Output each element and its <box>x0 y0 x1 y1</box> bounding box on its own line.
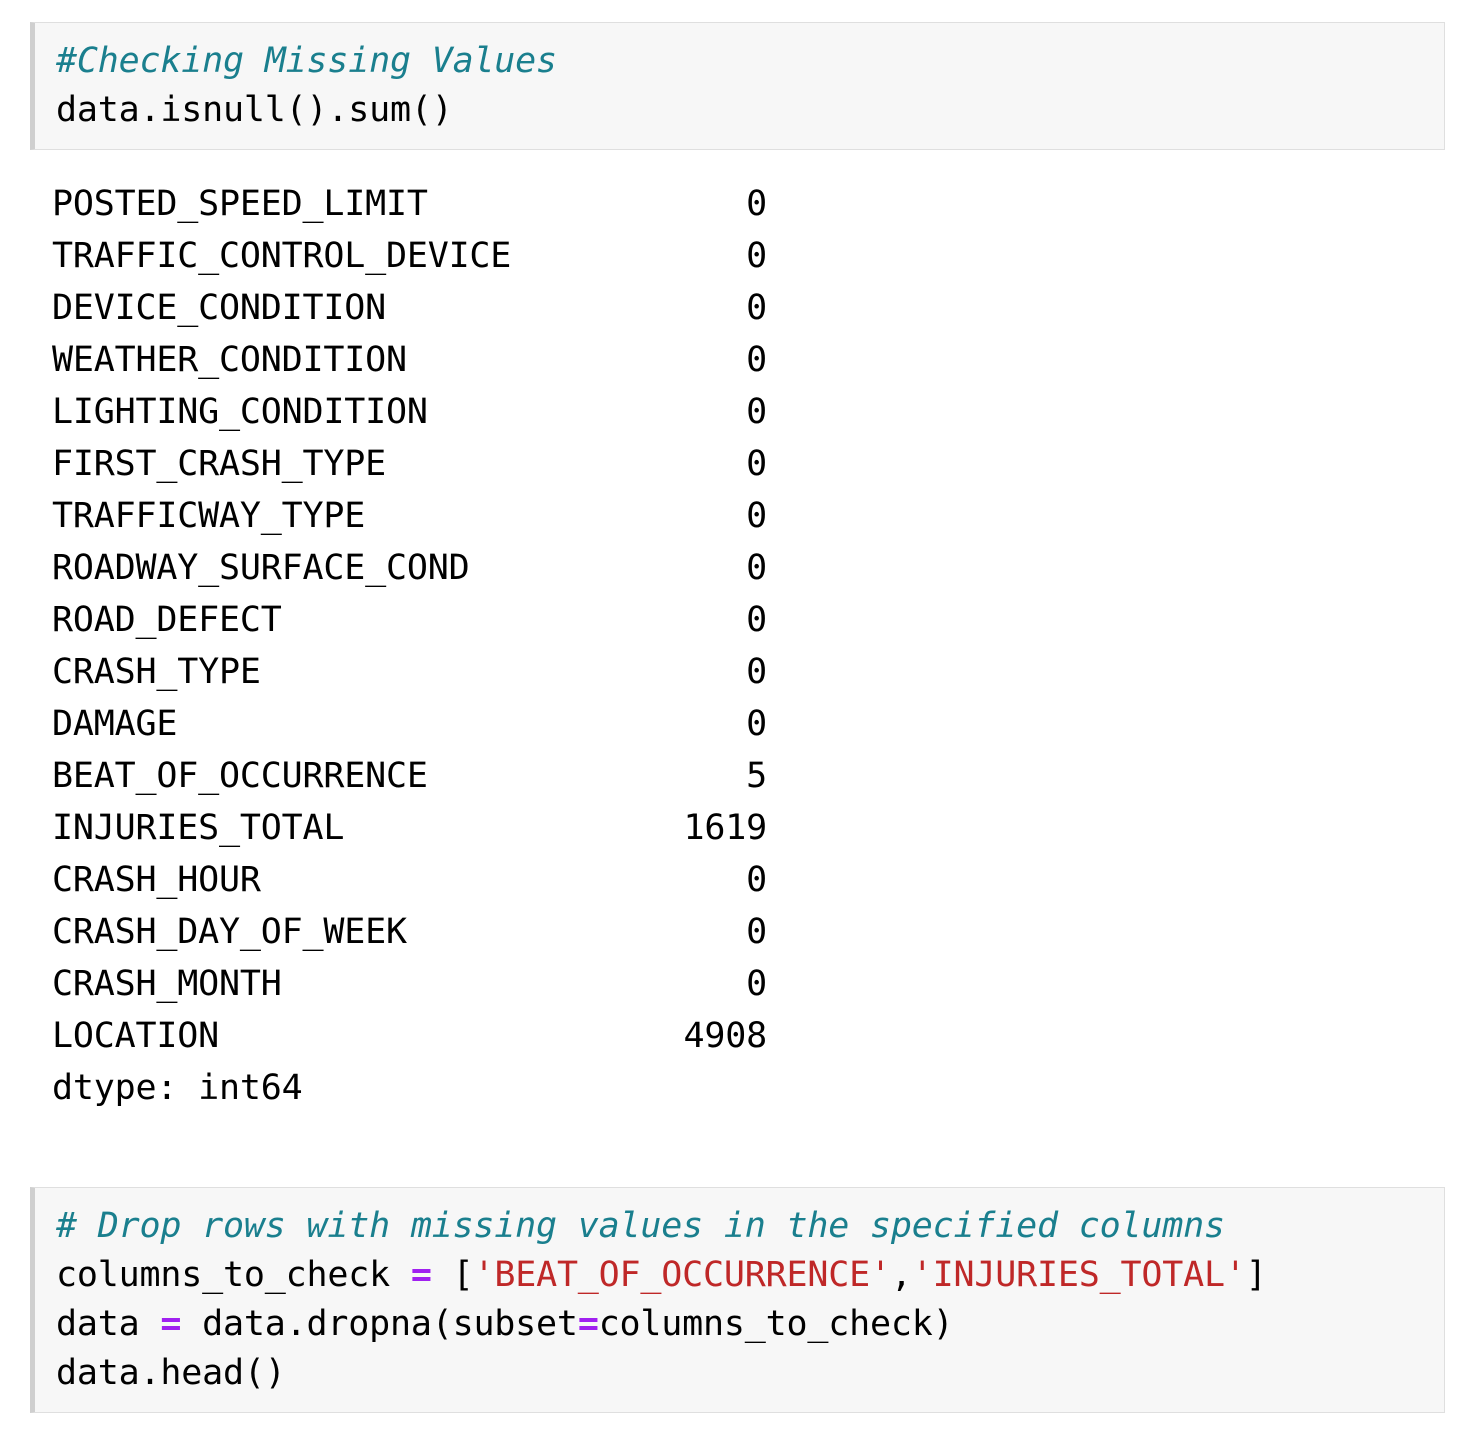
code-text: data.isnull().sum() <box>56 90 453 130</box>
output-row: ROAD_DEFECT 0 <box>52 594 1432 646</box>
code-line-comment: #Checking Missing Values <box>56 37 1444 86</box>
output-row: CRASH_DAY_OF_WEEK 0 <box>52 906 1432 958</box>
code-line-isnull-sum: data.isnull().sum() <box>56 86 1444 135</box>
code-cell-drop-missing-rows[interactable]: # Drop rows with missing values in the s… <box>30 1187 1445 1413</box>
output-row: TRAFFIC_CONTROL_DEVICE 0 <box>52 230 1432 282</box>
output-row: POSTED_SPEED_LIMIT 0 <box>52 178 1432 230</box>
code-text: data <box>56 1304 160 1344</box>
output-row: WEATHER_CONDITION 0 <box>52 334 1432 386</box>
code-cell-checking-missing-values[interactable]: #Checking Missing Values data.isnull().s… <box>30 22 1445 150</box>
output-row-value: 0 <box>52 542 767 594</box>
output-row: FIRST_CRASH_TYPE 0 <box>52 438 1432 490</box>
code-text: data.dropna(subset <box>181 1304 578 1344</box>
output-row-value: 0 <box>52 490 767 542</box>
output-row-value: 0 <box>52 230 767 282</box>
assignment-operator: = <box>160 1304 181 1344</box>
output-row-value: 0 <box>52 178 767 230</box>
output-row: CRASH_TYPE 0 <box>52 646 1432 698</box>
output-dtype-line: dtype: int64 <box>52 1062 1432 1114</box>
output-row-value: 0 <box>52 906 767 958</box>
output-row-value: 4908 <box>52 1010 767 1062</box>
output-row-value: 0 <box>52 438 767 490</box>
code-line-columns-to-check: columns_to_check = ['BEAT_OF_OCCURRENCE'… <box>56 1251 1444 1300</box>
output-row-value: 0 <box>52 594 767 646</box>
output-row-value: 0 <box>52 282 767 334</box>
output-row-value: 0 <box>52 698 767 750</box>
output-row-value: 0 <box>52 854 767 906</box>
output-row-value: 1619 <box>52 802 767 854</box>
notebook-page: #Checking Missing Values data.isnull().s… <box>0 0 1482 1456</box>
code-text: , <box>891 1255 912 1295</box>
comment-text: # Drop rows with missing values in the s… <box>56 1206 1225 1246</box>
assignment-operator: = <box>411 1255 432 1295</box>
output-row-value: 0 <box>52 386 767 438</box>
code-text: columns_to_check <box>56 1255 411 1295</box>
output-row: LOCATION 4908 <box>52 1010 1432 1062</box>
code-text: ] <box>1246 1255 1267 1295</box>
output-row: DEVICE_CONDITION 0 <box>52 282 1432 334</box>
cell-output-missing-values: POSTED_SPEED_LIMIT 0 TRAFFIC_CONTROL_DEV… <box>52 178 1432 1114</box>
output-row: TRAFFICWAY_TYPE 0 <box>52 490 1432 542</box>
code-text: columns_to_check) <box>599 1304 954 1344</box>
code-line-dropna: data = data.dropna(subset=columns_to_che… <box>56 1300 1444 1349</box>
string-literal: 'BEAT_OF_OCCURRENCE' <box>473 1255 890 1295</box>
code-line-drop-comment: # Drop rows with missing values in the s… <box>56 1202 1444 1251</box>
output-row: CRASH_HOUR 0 <box>52 854 1432 906</box>
output-row-value: 0 <box>52 958 767 1010</box>
output-row: ROADWAY_SURFACE_COND 0 <box>52 542 1432 594</box>
output-row: LIGHTING_CONDITION 0 <box>52 386 1432 438</box>
comment-text: #Checking Missing Values <box>56 41 557 81</box>
kwarg-operator: = <box>578 1304 599 1344</box>
output-row-value: 5 <box>52 750 767 802</box>
code-text: data.head() <box>56 1353 286 1393</box>
output-row-value: 0 <box>52 646 767 698</box>
output-row: DAMAGE 0 <box>52 698 1432 750</box>
code-line-head: data.head() <box>56 1349 1444 1398</box>
output-row-value: 0 <box>52 334 767 386</box>
code-text: [ <box>432 1255 474 1295</box>
output-row: CRASH_MONTH 0 <box>52 958 1432 1010</box>
output-row: BEAT_OF_OCCURRENCE 5 <box>52 750 1432 802</box>
output-row: INJURIES_TOTAL 1619 <box>52 802 1432 854</box>
string-literal: 'INJURIES_TOTAL' <box>912 1255 1246 1295</box>
